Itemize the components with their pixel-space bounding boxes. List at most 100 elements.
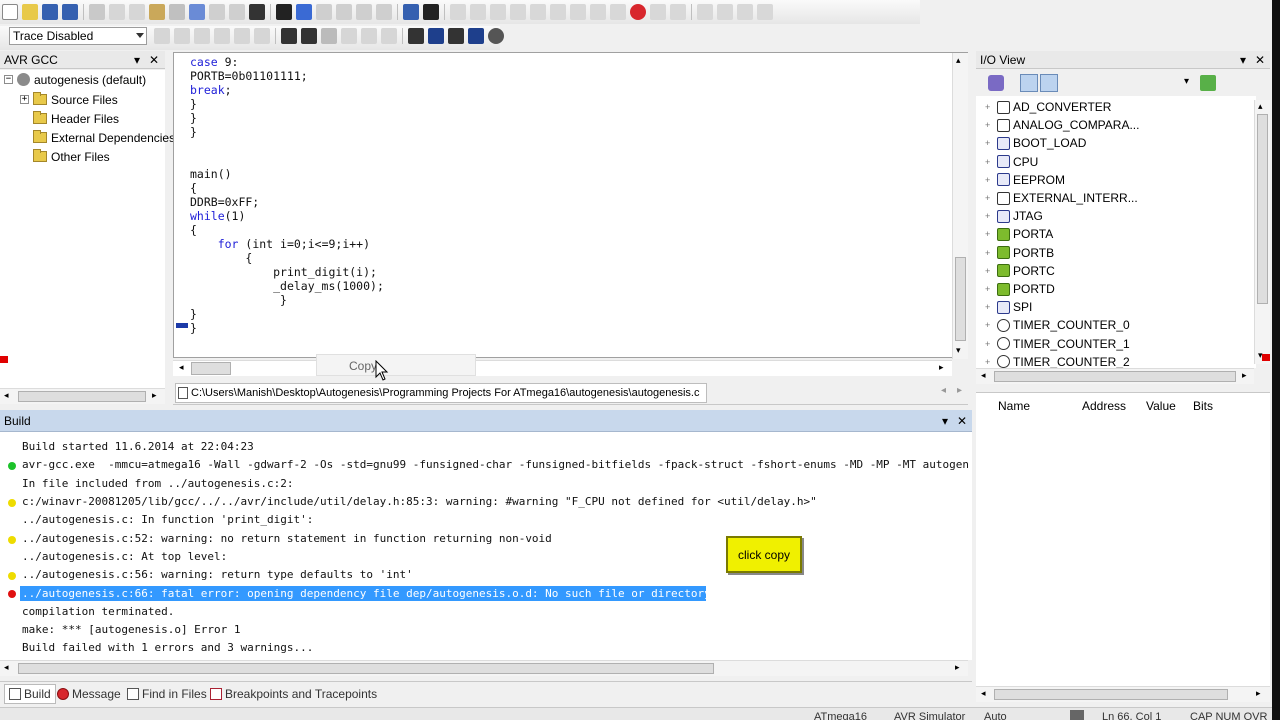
io-item[interactable]: + ANALOG_COMPARA...: [985, 116, 1139, 134]
expand-icon[interactable]: +: [985, 339, 995, 349]
scroll-right-icon[interactable]: ▸: [1256, 688, 1261, 699]
panel-menu-icon[interactable]: ▾: [134, 53, 140, 67]
project-hscroll[interactable]: ◂ ▸: [0, 388, 165, 404]
cut-icon[interactable]: [109, 4, 125, 20]
expand-icon[interactable]: +: [985, 320, 995, 330]
find-icon[interactable]: [229, 4, 245, 20]
undo-icon[interactable]: [189, 4, 205, 20]
scroll-thumb[interactable]: [1257, 114, 1268, 304]
expand-icon[interactable]: +: [985, 157, 995, 167]
build-line[interactable]: c:/winavr-20081205/lib/gcc/../../avr/inc…: [22, 495, 817, 508]
io-item[interactable]: + BOOT_LOAD: [985, 134, 1086, 152]
io-item[interactable]: + PORTB: [985, 244, 1054, 262]
io-details-hscroll[interactable]: ◂ ▸: [976, 686, 1270, 702]
trace-tool-4-icon[interactable]: [214, 28, 230, 44]
save-all-icon[interactable]: [62, 4, 78, 20]
close-icon[interactable]: ✕: [149, 53, 159, 67]
window-1-icon[interactable]: [697, 4, 713, 20]
code-editor[interactable]: case 9: PORTB=0b01101111; break;}}} main(){…: [173, 52, 968, 359]
memory-icon[interactable]: [301, 28, 317, 44]
window-2-icon[interactable]: [717, 4, 733, 20]
io-item[interactable]: + EXTERNAL_INTERR...: [985, 189, 1138, 207]
connect-icon[interactable]: [448, 28, 464, 44]
panel-menu-icon[interactable]: ▾: [1240, 53, 1246, 67]
trace-tool-5-icon[interactable]: [234, 28, 250, 44]
io-item[interactable]: + PORTD: [985, 280, 1055, 298]
collapse-icon[interactable]: −: [4, 75, 13, 84]
editor-vscroll[interactable]: ▴ ▾: [952, 53, 968, 359]
scroll-down-icon[interactable]: ▾: [956, 345, 961, 356]
io-hscroll[interactable]: ◂ ▸: [976, 368, 1254, 384]
print-preview-icon[interactable]: [169, 4, 185, 20]
io-vscroll[interactable]: ▴ ▾: [1254, 100, 1270, 364]
settings-icon[interactable]: [488, 28, 504, 44]
io-item[interactable]: + CPU: [985, 153, 1038, 171]
redo-icon[interactable]: [209, 4, 225, 20]
bookmark-prev-icon[interactable]: [336, 4, 352, 20]
disconnect-icon[interactable]: [468, 28, 484, 44]
watch2-icon[interactable]: [341, 28, 357, 44]
build-output[interactable]: Build started 11.6.2014 at 22:04:23 avr-g…: [0, 432, 972, 660]
scroll-right-icon[interactable]: ▸: [939, 362, 944, 373]
breakpoint-icon[interactable]: [630, 4, 646, 20]
tree-folder-header[interactable]: Header Files: [33, 109, 119, 128]
expand-icon[interactable]: +: [985, 357, 995, 367]
processor-icon[interactable]: [428, 28, 444, 44]
copy-menu-item[interactable]: Copy: [316, 354, 476, 376]
close-icon[interactable]: ✕: [957, 414, 967, 428]
build-line[interactable]: make: *** [autogenesis.o] Error 1: [22, 623, 241, 636]
column-value[interactable]: Value: [1146, 399, 1176, 413]
save-icon[interactable]: [42, 4, 58, 20]
step-into-icon[interactable]: [550, 4, 566, 20]
step-icon[interactable]: [470, 4, 486, 20]
trace-tool-3-icon[interactable]: [194, 28, 210, 44]
column-address[interactable]: Address: [1082, 399, 1126, 413]
scroll-thumb[interactable]: [18, 391, 146, 402]
scroll-left-icon[interactable]: ◂: [4, 390, 9, 401]
tree-folder-other[interactable]: Other Files: [33, 147, 110, 166]
scroll-thumb[interactable]: [994, 371, 1236, 382]
scroll-thumb[interactable]: [18, 663, 714, 674]
scroll-thumb[interactable]: [955, 257, 966, 341]
build-icon[interactable]: [403, 4, 419, 20]
expand-icon[interactable]: +: [985, 138, 995, 148]
scroll-thumb[interactable]: [994, 689, 1228, 700]
tab-message[interactable]: Message: [57, 684, 121, 704]
open-folder-icon[interactable]: [22, 4, 38, 20]
build-line[interactable]: avr-gcc.exe -mmcu=atmega16 -Wall -gdwarf…: [22, 458, 968, 471]
expand-icon[interactable]: +: [985, 102, 995, 112]
trace-tool-7-icon[interactable]: [361, 28, 377, 44]
scroll-right-icon[interactable]: ▸: [955, 662, 960, 673]
tree-folder-source[interactable]: + Source Files: [20, 90, 118, 109]
io-item[interactable]: + AD_CONVERTER: [985, 98, 1111, 116]
build-line-selected[interactable]: ../autogenesis.c:66: fatal error: openin…: [20, 586, 706, 602]
run-icon[interactable]: [450, 4, 466, 20]
disasm-icon[interactable]: [281, 28, 297, 44]
tab-find-in-files[interactable]: Find in Files: [127, 684, 207, 704]
tab-prev-icon[interactable]: ◂: [941, 385, 946, 396]
pause-icon[interactable]: [510, 4, 526, 20]
scroll-up-icon[interactable]: ▴: [1258, 101, 1263, 112]
indent-icon[interactable]: [356, 4, 372, 20]
tab-next-icon[interactable]: ▸: [957, 385, 962, 396]
reset-icon[interactable]: [530, 4, 546, 20]
clear-breakpoints-icon[interactable]: [650, 4, 666, 20]
chevron-down-icon[interactable]: [136, 33, 144, 38]
tree-folder-external[interactable]: External Dependencies: [33, 128, 175, 147]
build-line[interactable]: Build failed with 1 errors and 3 warning…: [22, 641, 313, 654]
expand-icon[interactable]: +: [985, 229, 995, 239]
column-name[interactable]: Name: [998, 399, 1030, 413]
expand-icon[interactable]: +: [985, 193, 995, 203]
tree-project[interactable]: − autogenesis (default): [4, 70, 146, 89]
build-line[interactable]: In file included from ../autogenesis.c:2…: [22, 477, 294, 490]
scroll-thumb[interactable]: [191, 362, 231, 375]
scroll-right-icon[interactable]: ▸: [1242, 370, 1247, 381]
build-line[interactable]: Build started 11.6.2014 at 22:04:23: [22, 440, 254, 453]
registers-icon[interactable]: [321, 28, 337, 44]
build-line[interactable]: ../autogenesis.c:52: warning: no return …: [22, 532, 552, 545]
expand-icon[interactable]: +: [985, 248, 995, 258]
build-line[interactable]: ../autogenesis.c: In function 'print_dig…: [22, 513, 313, 526]
scroll-left-icon[interactable]: ◂: [179, 362, 184, 373]
chevron-down-icon[interactable]: ▾: [1184, 76, 1189, 87]
trace-tool-2-icon[interactable]: [174, 28, 190, 44]
